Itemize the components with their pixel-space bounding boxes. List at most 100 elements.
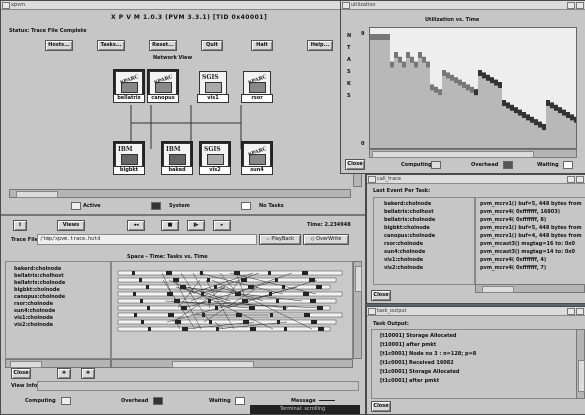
overhead-band (454, 77, 458, 84)
tasklist-hscroll[interactable] (5, 359, 111, 368)
window-menu-button[interactable] (2, 2, 10, 9)
overhead-block (168, 313, 174, 317)
overwrite-toggle[interactable]: ◇ OverWrite (303, 234, 349, 245)
utilization-column (570, 120, 574, 148)
task-name[interactable]: bellatrix:cholnode (14, 280, 65, 286)
call-trace-titlebar[interactable]: call_trace (367, 175, 585, 184)
trace-file-input[interactable]: /tmp/xpvm.trace.hutd (37, 234, 257, 245)
y-axis-letter: K (347, 81, 351, 87)
trace-task[interactable]: vis1:cholnode (384, 257, 423, 263)
task-name[interactable]: bellatrix:cholhost (14, 273, 64, 279)
minimize-button[interactable] (567, 176, 575, 183)
resize-icon[interactable]: ⇕ (13, 220, 27, 231)
window-menu-button[interactable] (368, 176, 376, 183)
task-list: bakerd:cholnode bellatrix:cholhost bella… (5, 261, 111, 359)
utilization-titlebar[interactable]: utilization (341, 1, 585, 10)
stop-button[interactable]: ■ (161, 220, 179, 231)
reset-button[interactable]: Reset... (149, 40, 177, 51)
overhead-block (243, 320, 249, 324)
network-hscroll[interactable] (9, 189, 351, 198)
task-output-vscroll[interactable] (576, 329, 585, 399)
close-button[interactable]: Close (11, 368, 31, 379)
overhead-band (470, 86, 474, 93)
help-button[interactable]: Help... (307, 40, 333, 51)
playback-toggle[interactable]: ⌵ PlayBack (259, 234, 301, 245)
utilization-column (554, 110, 558, 148)
host-vis2[interactable]: SGIS vis2 (199, 141, 231, 175)
play-button[interactable]: ▸ (213, 220, 231, 231)
spacetime-vscroll[interactable] (353, 261, 362, 359)
utilization-hscroll[interactable] (369, 149, 577, 158)
host-name: vis1 (197, 94, 229, 103)
halt-button[interactable]: Halt (251, 40, 273, 51)
spacetime-hscroll[interactable] (111, 359, 353, 368)
minimize-button[interactable] (567, 2, 575, 9)
views-button[interactable]: Views (57, 220, 85, 231)
task-name[interactable]: vis1:cholnode (14, 315, 53, 321)
spacetime-plot[interactable] (111, 261, 353, 359)
overhead-band (558, 107, 562, 114)
task-name[interactable]: sun4:cholnode (14, 308, 55, 314)
sparc-workstation-icon: SPARC (243, 71, 271, 95)
utilization-column (402, 67, 406, 148)
utilization-column (526, 120, 530, 148)
task-output-titlebar[interactable]: task_output (367, 307, 585, 316)
maximize-button[interactable] (576, 2, 584, 9)
host-canopus[interactable]: SPARC canopus (147, 69, 179, 103)
overhead-band (482, 72, 486, 79)
call-trace-hscroll[interactable] (475, 284, 585, 293)
task-output-close-button[interactable]: Close (371, 401, 391, 412)
maximize-button[interactable] (576, 308, 584, 315)
host-sun4[interactable]: SPARC sun4 (241, 141, 273, 175)
xpvm-titlebar[interactable]: xpvm (1, 1, 365, 10)
task-name[interactable]: canopus:cholnode (14, 294, 65, 300)
trace-task[interactable]: rsor:cholnode (384, 241, 423, 247)
trace-task[interactable]: bakerd:cholnode (384, 201, 431, 207)
utilization-column (410, 62, 414, 148)
host-bigbkt[interactable]: IBM bigbkt (113, 141, 145, 175)
trace-task[interactable]: vis2:cholnode (384, 265, 423, 271)
zoom-out-icon[interactable]: ✚ (81, 368, 95, 379)
window-menu-button[interactable] (342, 2, 350, 9)
trace-event: pvm_mcast3() msgtag=14 to: 0x0 (480, 249, 575, 255)
utilization-plot[interactable] (369, 27, 577, 149)
host-rsor[interactable]: SPARC rsor (241, 71, 273, 103)
overhead-block (147, 306, 150, 310)
trace-task[interactable]: bellatrix:cholhost (384, 209, 434, 215)
trace-task[interactable]: bigbkt:cholnode (384, 225, 430, 231)
utilization-column (386, 40, 390, 148)
maximize-button[interactable] (576, 176, 584, 183)
overhead-band (434, 86, 438, 93)
output-line: [t1c0001] Storage Allocated (380, 369, 460, 375)
task-name[interactable]: vis2:cholnode (14, 322, 53, 328)
trace-task[interactable]: canopus:cholnode (384, 233, 435, 239)
host-baked[interactable]: IBM baked (161, 141, 193, 175)
message-line (180, 272, 196, 295)
utilization-close-button[interactable]: Close (345, 159, 365, 170)
utilization-column (446, 78, 450, 148)
window-menu-button[interactable] (368, 308, 376, 315)
quit-button[interactable]: Quit (201, 40, 223, 51)
task-name[interactable]: bigbkt:cholnode (14, 287, 60, 293)
trace-task[interactable]: sun4:cholnode (384, 249, 425, 255)
utilization-column (502, 106, 506, 148)
call-trace-close-button[interactable]: Close (371, 290, 391, 301)
task-output-header: Task Output: (373, 321, 409, 327)
trace-event: pvm_mcrv4( 0xfffffff, 8) (480, 217, 547, 223)
host-vis1[interactable]: SGIS vis1 (197, 71, 229, 103)
trace-task[interactable]: bellatrix:cholnode (384, 217, 435, 223)
task-timeline-bar (117, 319, 337, 325)
overhead-band (510, 104, 514, 111)
step-button[interactable]: ▮▸ (187, 220, 205, 231)
tasks-button[interactable]: Tasks... (97, 40, 125, 51)
rewind-button[interactable]: ◂◂ (127, 220, 145, 231)
overhead-band (506, 102, 510, 109)
task-name[interactable]: bakerd:cholnode (14, 266, 61, 272)
utilization-chart-title: Utilization vs. Time (425, 17, 480, 23)
minimize-button[interactable] (567, 308, 575, 315)
host-bellatrix[interactable]: SPARC bellatrix (113, 69, 145, 103)
zoom-in-icon[interactable]: ✚ (57, 368, 71, 379)
overhead-block (310, 299, 316, 303)
task-name[interactable]: rsor:cholnode (14, 301, 53, 307)
hosts-button[interactable]: Hosts... (45, 40, 73, 51)
